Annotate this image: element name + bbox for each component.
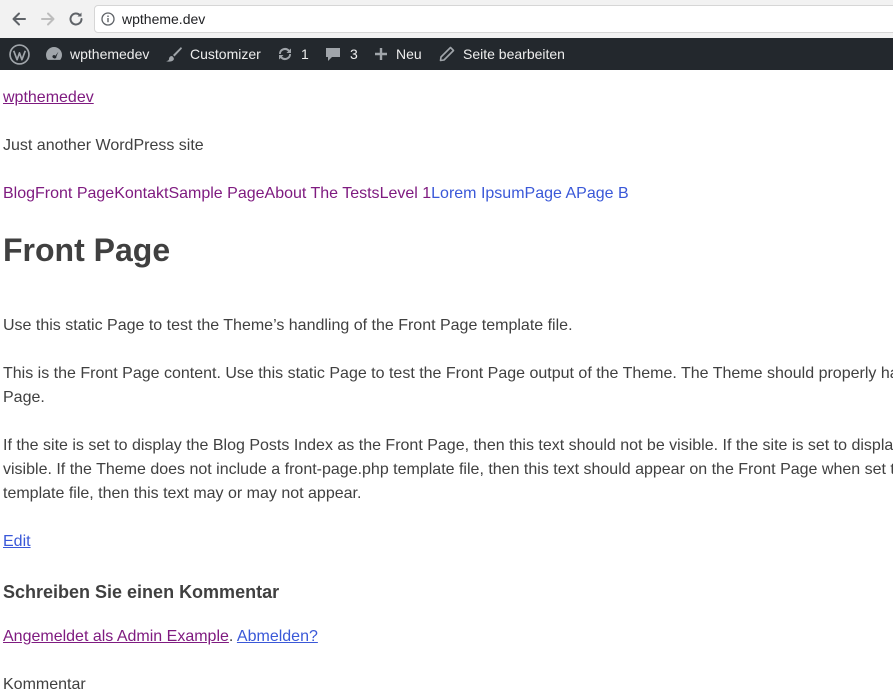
menu-link-sample-page[interactable]: Sample Page [168,185,264,202]
updates-count: 1 [301,46,309,62]
paragraph-content-line: This is the Front Page content. Use this… [3,365,893,382]
profile-link[interactable]: Angemeldet als Admin Example [3,628,229,645]
page-title: Front Page [3,232,171,268]
brush-icon [165,45,183,63]
wordpress-logo-icon[interactable] [9,38,30,70]
menu-link-blog[interactable]: Blog [3,185,35,202]
new-content-menu[interactable]: Neu [374,38,422,70]
comment-field-label: Kommentar [3,676,86,693]
logout-link[interactable]: Abmelden? [237,628,318,645]
edit-page-menu[interactable]: Seite bearbeiten [439,38,565,70]
menu-item: Front Page [35,185,114,202]
menu-link-about-the-tests[interactable]: About The Tests [265,185,380,202]
menu-link-page-a[interactable]: Page A [525,185,577,202]
reply-title: Schreiben Sie einen Kommentar [3,582,280,602]
wp-admin-bar: wpthemedev Customizer 1 3 Neu Seite bear… [0,38,893,70]
address-bar[interactable]: wptheme.dev [94,5,893,33]
site-title: wpthemedev [3,86,94,110]
info-icon[interactable] [101,12,115,26]
customizer-menu[interactable]: Customizer [165,38,261,70]
menu-item: Kontakt [114,185,168,202]
menu-item: Blog [3,185,35,202]
logged-in-as: Angemeldet als Admin Example. Abmelden? [3,625,318,649]
paragraph-note-line: visible. If the Theme does not include a… [3,461,893,478]
menu-item: Page B [576,185,628,202]
edit-link[interactable]: Edit [3,533,31,550]
paragraph-intro: Use this static Page to test the Theme’s… [3,317,573,334]
customizer-label: Customizer [190,46,261,62]
site-description: Just another WordPress site [3,137,204,154]
site-title-link[interactable]: wpthemedev [3,89,94,106]
forward-arrow-icon[interactable] [38,9,58,29]
menu-link-lorem-ipsum[interactable]: Lorem Ipsum [431,185,524,202]
menu-link-kontakt[interactable]: Kontakt [114,185,168,202]
edit-page-label: Seite bearbeiten [463,46,565,62]
reload-icon[interactable] [66,9,86,29]
back-arrow-icon[interactable] [9,9,29,29]
menu-item: Sample Page [168,185,264,202]
separator: . [228,628,234,645]
paragraph-note-line: template file, then this text may or may… [3,485,362,502]
comments-menu[interactable]: 3 [325,38,358,70]
site-name-menu[interactable]: wpthemedev [44,38,149,70]
url-text[interactable]: wptheme.dev [122,11,205,27]
menu-link-page-b[interactable]: Page B [576,185,628,202]
browser-toolbar: wptheme.dev [0,0,893,38]
pencil-icon [439,46,455,62]
menu-item: Page A [525,185,577,202]
comment-bubble-icon [325,46,341,62]
updates-menu[interactable]: 1 [276,38,309,70]
edit-link-container: Edit [3,530,31,554]
paragraph-content-line: Page. [3,389,45,406]
menu-item: Level 1 [380,185,432,202]
updates-icon [276,45,294,63]
primary-menu: BlogFront PageKontaktSample PageAbout Th… [3,182,629,206]
new-content-label: Neu [396,46,422,62]
dashboard-icon [44,45,64,63]
site-name-label: wpthemedev [70,46,150,62]
plus-icon [374,47,388,61]
menu-link-front-page[interactable]: Front Page [35,185,114,202]
menu-item: About The Tests [265,185,380,202]
comments-count: 3 [350,46,358,62]
menu-item: Lorem Ipsum [431,185,524,202]
menu-link-level-1[interactable]: Level 1 [380,185,432,202]
paragraph-note-line: If the site is set to display the Blog P… [3,437,893,454]
